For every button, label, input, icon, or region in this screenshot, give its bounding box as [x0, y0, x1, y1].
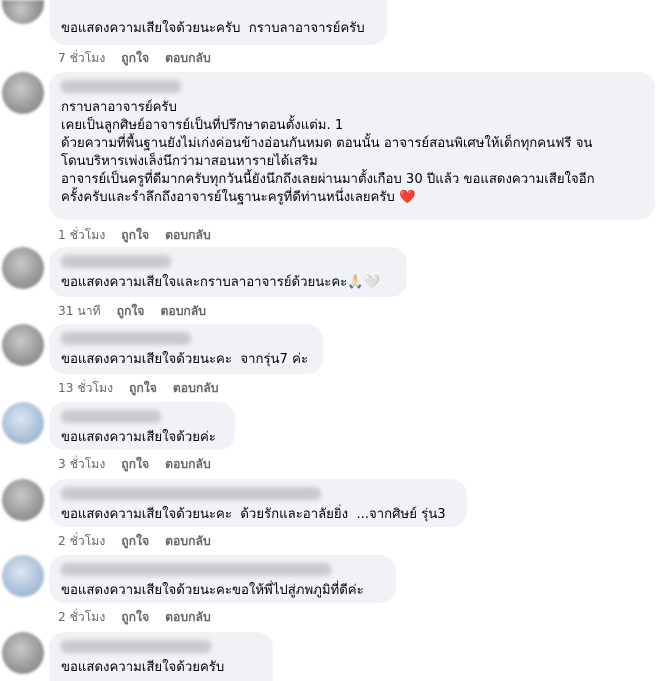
comment-text: ขอแสดงความเสียใจด้วยนะคะขอให้พี่ไปสู่ภพภ…	[61, 583, 364, 598]
author-name-redacted[interactable]	[61, 640, 211, 653]
comment-time[interactable]: 7 ชั่วโมง	[58, 49, 105, 68]
comment-bubble: ขอแสดงความเสียใจด้วยนะคะ จากรุ่น7 ค่ะ	[49, 324, 323, 374]
author-name-redacted[interactable]	[61, 563, 331, 576]
author-name-redacted[interactable]	[61, 255, 171, 268]
comment-text: ขอแสดงความเสียใจด้วยค่ะ	[61, 430, 216, 445]
comment-bubble: ขอแสดงความเสียใจด้วยนะคะขอให้พี่ไปสู่ภพภ…	[49, 555, 396, 603]
comment-actions: 13 ชั่วโมง ถูกใจ ตอบกลับ	[58, 379, 218, 398]
avatar[interactable]	[2, 247, 44, 289]
comment-time[interactable]: 1 ชั่วโมง	[58, 226, 105, 245]
like-button[interactable]: ถูกใจ	[121, 226, 149, 245]
reply-button[interactable]: ตอบกลับ	[160, 302, 206, 321]
like-button[interactable]: ถูกใจ	[121, 49, 149, 68]
comment-time[interactable]: 31 นาที	[58, 302, 101, 321]
comment-actions: 1 ชั่วโมง ถูกใจ ตอบกลับ	[58, 226, 211, 245]
avatar[interactable]	[2, 479, 44, 521]
comment-time[interactable]: 13 ชั่วโมง	[58, 379, 113, 398]
reply-button[interactable]: ตอบกลับ	[165, 532, 211, 551]
comment-actions: 7 ชั่วโมง ถูกใจ ตอบกลับ	[58, 49, 211, 68]
pray-emoji: 🙏🏻🤍	[347, 275, 381, 290]
comment-actions: 31 นาที ถูกใจ ตอบกลับ	[58, 302, 206, 321]
comment-bubble: กราบลาอาจารย์ครับ เคยเป็นลูกศิษย์อาจารย์…	[49, 72, 655, 220]
comment-text: ขอแสดงความเสียใจด้วยครับ	[61, 660, 225, 675]
comment-text: ขอแสดงความเสียใจด้วยนะคะ จากรุ่น7 ค่ะ	[61, 352, 309, 367]
comment-actions: 2 ชั่วโมง ถูกใจ ตอบกลับ	[58, 608, 211, 627]
comment-time[interactable]: 2 ชั่วโมง	[58, 532, 105, 551]
reply-button[interactable]: ตอบกลับ	[165, 49, 211, 68]
like-button[interactable]: ถูกใจ	[121, 455, 149, 474]
like-button[interactable]: ถูกใจ	[121, 532, 149, 551]
author-name-redacted[interactable]	[61, 332, 191, 345]
comment-time[interactable]: 2 ชั่วโมง	[58, 608, 105, 627]
author-name-redacted[interactable]	[61, 487, 321, 500]
like-button[interactable]: ถูกใจ	[117, 302, 145, 321]
author-name-redacted[interactable]	[61, 410, 161, 423]
comment-text: กราบลาอาจารย์ครับ เคยเป็นลูกศิษย์อาจารย์…	[61, 100, 595, 205]
heart-emoji: ❤️	[398, 190, 416, 205]
avatar[interactable]	[2, 0, 44, 24]
comment-text: ขอแสดงความเสียใจด้วยนะคะ ด้วยรักและอาลัย…	[61, 507, 446, 522]
comment-bubble: ขอแสดงความเสียใจด้วยค่ะ	[49, 402, 235, 450]
reply-button[interactable]: ตอบกลับ	[165, 226, 211, 245]
avatar[interactable]	[2, 632, 44, 674]
comment-time[interactable]: 3 ชั่วโมง	[58, 455, 105, 474]
comment-bubble: ขอแสดงความเสียใจด้วยนะคะ ด้วยรักและอาลัย…	[49, 479, 467, 527]
comment-bubble: ขอแสดงความเสียใจด้วยนะครับ กราบลาอาจารย์…	[49, 0, 387, 45]
reply-button[interactable]: ตอบกลับ	[165, 608, 211, 627]
comment-actions: 3 ชั่วโมง ถูกใจ ตอบกลับ	[58, 455, 211, 474]
avatar[interactable]	[2, 402, 44, 444]
comment-bubble: ขอแสดงความเสียใจและกราบลาอาจารย์ด้วยนะคะ…	[49, 247, 407, 297]
like-button[interactable]: ถูกใจ	[129, 379, 157, 398]
reply-button[interactable]: ตอบกลับ	[165, 455, 211, 474]
comment-text: ขอแสดงความเสียใจด้วยนะครับ กราบลาอาจารย์…	[61, 21, 365, 36]
comment-bubble: ขอแสดงความเสียใจด้วยครับ	[49, 632, 273, 681]
avatar[interactable]	[2, 324, 44, 366]
reply-button[interactable]: ตอบกลับ	[173, 379, 219, 398]
like-button[interactable]: ถูกใจ	[121, 608, 149, 627]
avatar[interactable]	[2, 72, 44, 114]
author-name-redacted[interactable]	[61, 80, 181, 93]
avatar[interactable]	[2, 555, 44, 597]
comment-actions: 2 ชั่วโมง ถูกใจ ตอบกลับ	[58, 532, 211, 551]
comment-text: ขอแสดงความเสียใจและกราบลาอาจารย์ด้วยนะคะ…	[61, 275, 381, 290]
